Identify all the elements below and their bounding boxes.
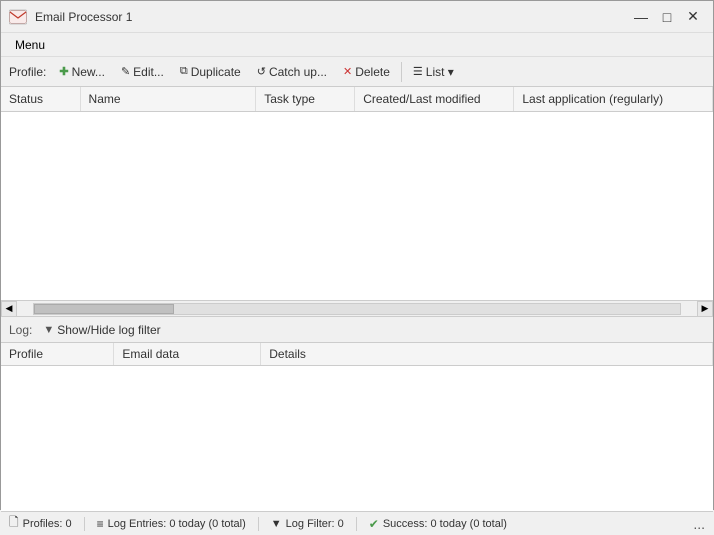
log-col-details: Details — [261, 343, 713, 366]
scroll-right-arrow[interactable]: ▶ — [697, 301, 713, 317]
menu-item-menu[interactable]: Menu — [9, 36, 51, 54]
log-col-profile: Profile — [1, 343, 114, 366]
profiles-icon: 🗋 — [9, 513, 19, 534]
profile-label: Profile: — [9, 65, 46, 79]
log-col-emaildata: Email data — [114, 343, 261, 366]
scroll-left-arrow[interactable]: ◀ — [1, 301, 17, 317]
window-controls: — □ ✕ — [629, 7, 705, 27]
maximize-button[interactable]: □ — [655, 7, 679, 27]
lower-section: Log: ▼ Show/Hide log filter Profile Emai… — [1, 317, 713, 511]
new-button-label: New... — [72, 65, 105, 79]
status-bar: 🗋 Profiles: 0 ≡ Log Entries: 0 today (0 … — [1, 511, 713, 535]
col-created: Created/Last modified — [355, 87, 514, 112]
main-layout: Status Name Task type Created/Last modif… — [1, 87, 713, 511]
filter-icon: ▼ — [43, 324, 54, 336]
list-icon: ☰ — [413, 65, 423, 78]
log-table: Profile Email data Details — [1, 343, 713, 366]
duplicate-icon: ⧉ — [180, 65, 188, 78]
col-lastapp: Last application (regularly) — [514, 87, 713, 112]
profiles-table: Status Name Task type Created/Last modif… — [1, 87, 713, 112]
upper-section: Status Name Task type Created/Last modif… — [1, 87, 713, 317]
app-icon — [9, 8, 27, 26]
delete-button[interactable]: ✕ Delete — [336, 60, 397, 84]
delete-icon: ✕ — [343, 65, 352, 78]
title-bar-left: Email Processor 1 — [9, 8, 132, 26]
catchup-button[interactable]: ↺ Catch up... — [250, 60, 334, 84]
list-button[interactable]: ☰ List ▾ — [406, 60, 461, 84]
new-icon: ✚ — [59, 65, 68, 78]
list-button-label: List ▾ — [426, 65, 454, 79]
minimize-button[interactable]: — — [629, 7, 653, 27]
status-sep-2 — [258, 517, 259, 531]
status-sep-3 — [356, 517, 357, 531]
success-icon: ✔ — [369, 517, 379, 531]
delete-button-label: Delete — [355, 65, 390, 79]
catchup-button-label: Catch up... — [269, 65, 327, 79]
success-count: Success: 0 today (0 total) — [383, 518, 507, 530]
status-log-filter: ▼ Log Filter: 0 — [271, 518, 344, 530]
window-title: Email Processor 1 — [35, 10, 132, 24]
filter-button-label: Show/Hide log filter — [57, 323, 160, 337]
toolbar-separator — [401, 62, 402, 82]
log-entries-count: Log Entries: 0 today (0 total) — [108, 518, 246, 530]
status-log-entries: ≡ Log Entries: 0 today (0 total) — [97, 517, 246, 531]
duplicate-button[interactable]: ⧉ Duplicate — [173, 60, 248, 84]
show-hide-filter-button[interactable]: ▼ Show/Hide log filter — [36, 320, 167, 340]
edit-button[interactable]: ✎ Edit... — [114, 60, 171, 84]
status-more-dots[interactable]: ... — [693, 516, 705, 532]
status-sep-1 — [84, 517, 85, 531]
duplicate-button-label: Duplicate — [191, 65, 241, 79]
log-header: Log: ▼ Show/Hide log filter — [1, 317, 713, 343]
close-button[interactable]: ✕ — [681, 7, 705, 27]
col-status: Status — [1, 87, 80, 112]
log-filter-icon: ▼ — [271, 518, 282, 530]
menu-bar: Menu — [1, 33, 713, 57]
title-bar: Email Processor 1 — □ ✕ — [1, 1, 713, 33]
col-name: Name — [80, 87, 256, 112]
scrollbar-thumb[interactable] — [34, 304, 174, 314]
toolbar: Profile: ✚ New... ✎ Edit... ⧉ Duplicate … — [1, 57, 713, 87]
horizontal-scrollbar[interactable]: ◀ ▶ — [1, 301, 713, 317]
log-entries-icon: ≡ — [97, 517, 104, 531]
log-filter-count: Log Filter: 0 — [286, 518, 344, 530]
profiles-count: Profiles: 0 — [23, 518, 72, 530]
catchup-icon: ↺ — [257, 65, 266, 78]
scrollbar-track[interactable] — [33, 303, 681, 315]
status-success: ✔ Success: 0 today (0 total) — [369, 517, 507, 531]
status-profiles: 🗋 Profiles: 0 — [9, 513, 72, 534]
col-tasktype: Task type — [256, 87, 355, 112]
profiles-table-container[interactable]: Status Name Task type Created/Last modif… — [1, 87, 713, 301]
log-table-container[interactable]: Profile Email data Details — [1, 343, 713, 511]
log-label: Log: — [9, 323, 32, 337]
edit-icon: ✎ — [121, 65, 130, 78]
edit-button-label: Edit... — [133, 65, 164, 79]
new-button[interactable]: ✚ New... — [52, 60, 112, 84]
